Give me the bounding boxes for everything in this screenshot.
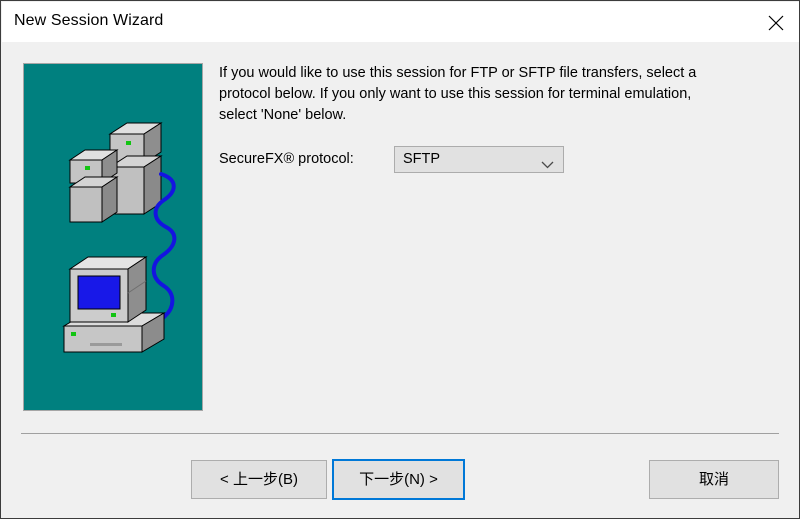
close-button[interactable] xyxy=(753,2,799,42)
protocol-dropdown[interactable]: SFTP xyxy=(394,146,564,173)
protocol-selected-value: SFTP xyxy=(403,151,441,167)
wizard-content: If you would like to use this session fo… xyxy=(219,63,779,173)
protocol-label: SecureFX® protocol: xyxy=(219,151,354,167)
instruction-text: If you would like to use this session fo… xyxy=(219,65,697,123)
window-title: New Session Wizard xyxy=(14,12,164,29)
close-icon xyxy=(753,15,799,31)
protocol-field-row: SecureFX® protocol: SFTP xyxy=(219,146,579,174)
wizard-artwork-panel xyxy=(23,63,203,411)
cancel-button[interactable]: 取消 xyxy=(649,460,779,499)
network-illustration xyxy=(24,64,202,410)
chevron-down-icon xyxy=(541,156,554,174)
new-session-wizard-dialog: New Session Wizard If you would like to … xyxy=(0,0,800,519)
title-bar: New Session Wizard xyxy=(2,2,799,42)
footer-separator xyxy=(21,433,779,434)
back-button[interactable]: < 上一步(B) xyxy=(191,460,327,499)
next-button[interactable]: 下一步(N) > xyxy=(332,459,465,500)
